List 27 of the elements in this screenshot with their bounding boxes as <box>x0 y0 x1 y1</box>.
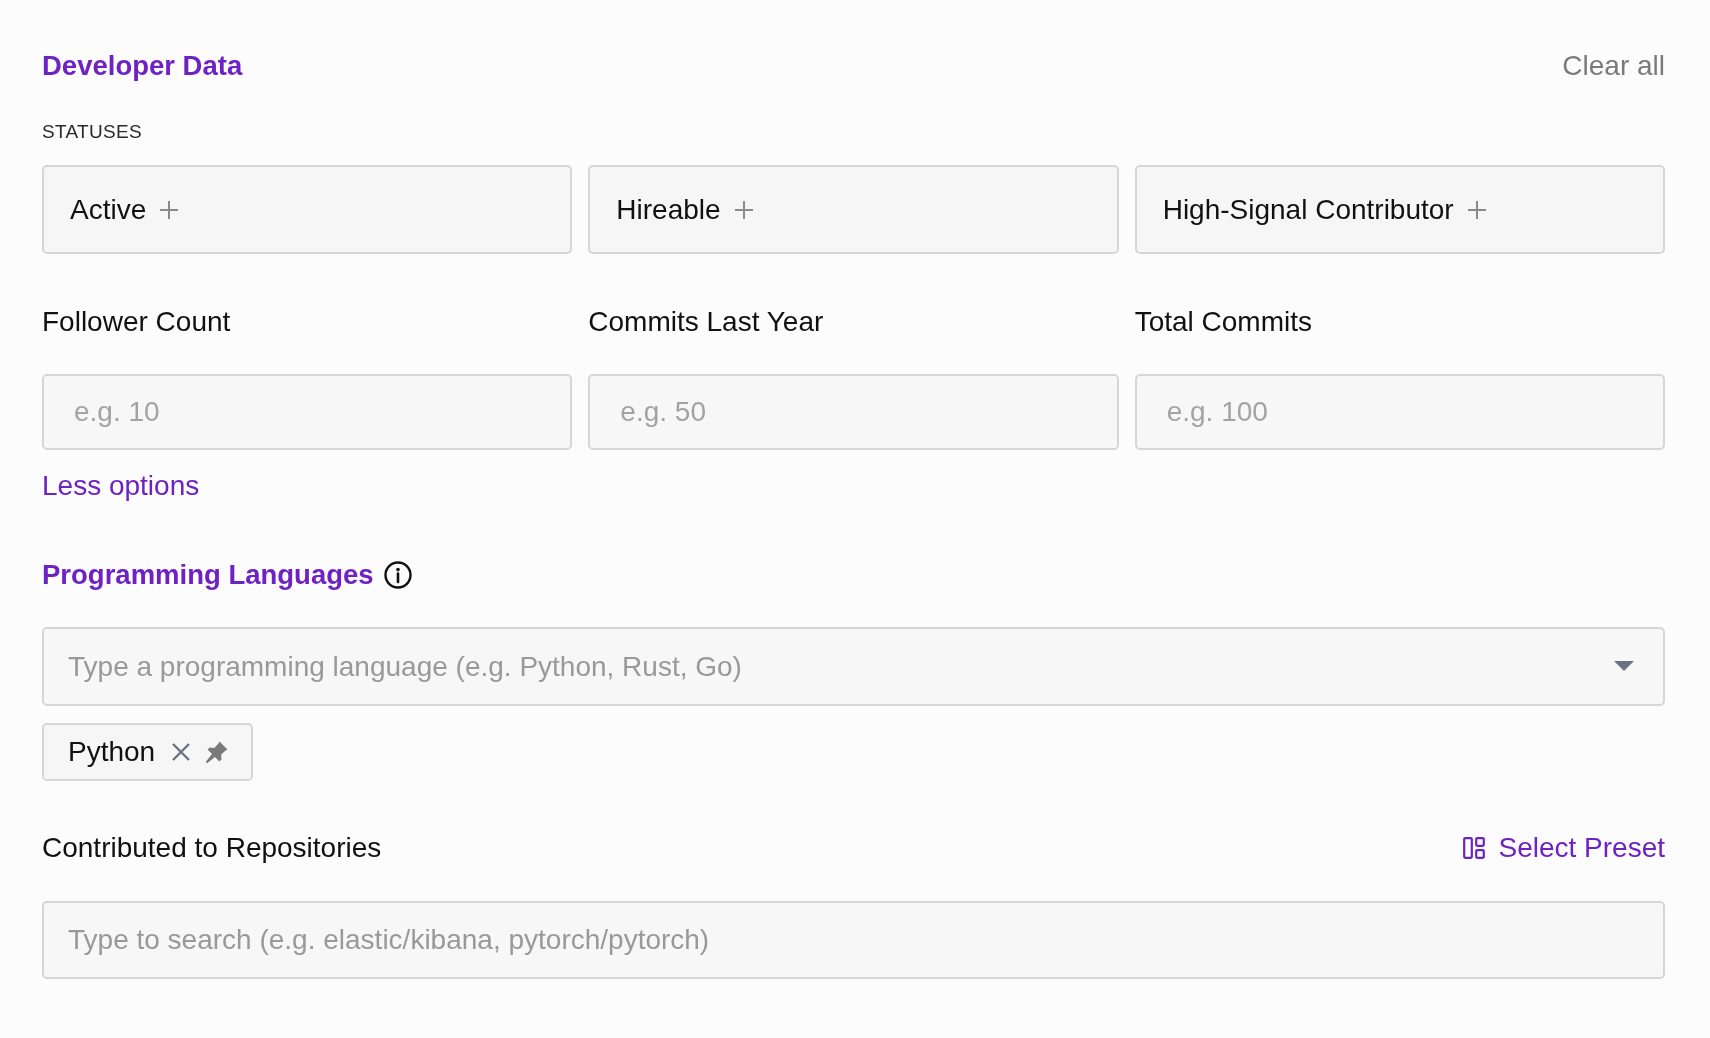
plus-icon <box>1466 199 1487 220</box>
field-label: Commits Last Year <box>588 305 825 339</box>
field-label: Contributed to Repositories <box>42 831 382 865</box>
select-preset-button[interactable]: Select Preset <box>1463 832 1665 864</box>
close-icon[interactable] <box>171 742 192 762</box>
number-input-field[interactable]: e.g. 50 <box>588 374 1119 450</box>
status-toggle-button[interactable]: Active <box>42 165 573 254</box>
caret-down-icon[interactable] <box>1614 661 1634 671</box>
section-title: Developer Data <box>42 49 243 83</box>
clear-all-button[interactable]: Clear all <box>1562 48 1665 84</box>
status-toggle-button[interactable]: High-Signal Contributor <box>1134 165 1665 254</box>
field-label: Follower Count <box>42 305 232 339</box>
layout-icon <box>1463 837 1486 859</box>
statuses-label: STATUSES <box>42 120 143 144</box>
pushpin-icon[interactable] <box>205 740 230 764</box>
tag-label: Python <box>68 736 156 768</box>
status-toggle-button[interactable]: Hireable <box>588 165 1119 254</box>
plus-icon <box>159 199 180 220</box>
less-options-link[interactable]: Less options <box>42 469 200 503</box>
language-select-field[interactable]: Type a programming language (e.g. Python, Rust, Go) <box>42 627 1665 706</box>
repository-search-field[interactable]: Type to search (e.g. elastic/kibana, pytorch/pytorch) <box>42 901 1665 979</box>
field-label: Total Commits <box>1134 305 1314 339</box>
plus-icon <box>733 199 754 220</box>
number-input-field[interactable]: e.g. 100 <box>1134 374 1665 450</box>
info-icon[interactable] <box>383 561 412 589</box>
number-input-field[interactable]: e.g. 10 <box>42 374 573 450</box>
section-title: Programming Languages <box>42 558 374 592</box>
